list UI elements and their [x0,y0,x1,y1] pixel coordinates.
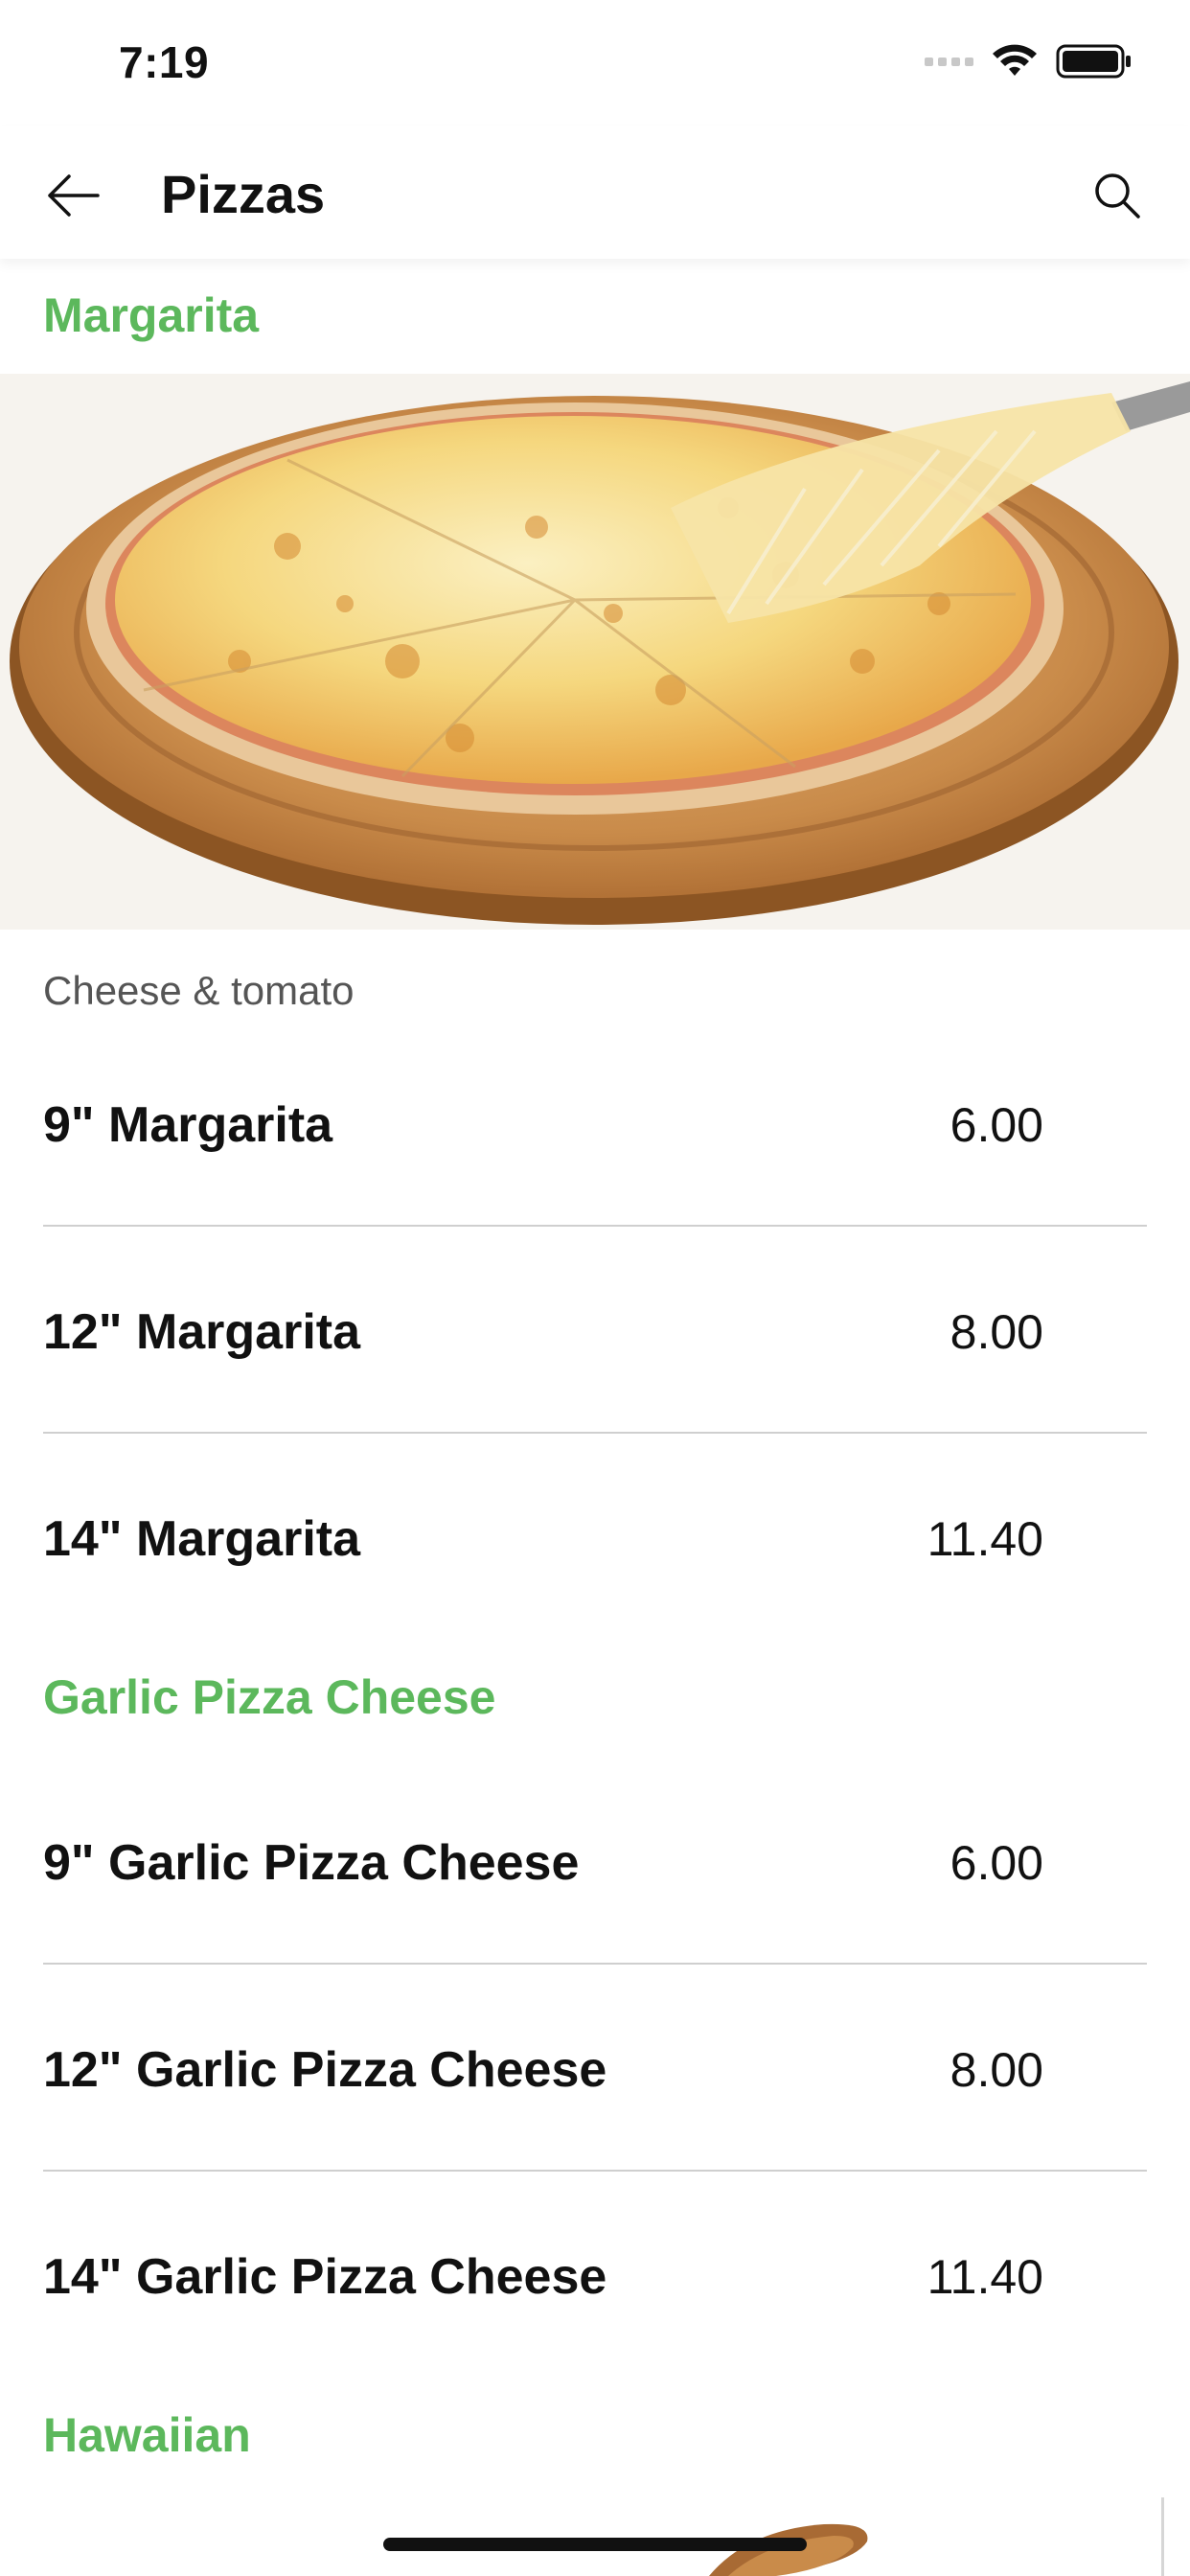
item-price: 11.40 [927,2250,1043,2304]
item-name: 12" Margarita [43,1304,361,1360]
divider [43,1225,1147,1227]
pizza-image [0,374,1190,930]
item-name: 12" Garlic Pizza Cheese [43,2042,607,2098]
section-title-hawaiian: Hawaiian [43,2408,251,2462]
divider [43,1963,1147,1965]
section-title-garlic-pizza-cheese: Garlic Pizza Cheese [43,1670,496,1724]
section-title-margarita: Margarita [43,288,260,342]
signal-icon [925,57,973,66]
menu-item-row[interactable]: 12" Garlic Pizza Cheese 8.00 [43,1966,1147,2174]
item-name: 14" Margarita [43,1511,361,1567]
wifi-icon [993,44,1037,76]
item-price: 8.00 [950,2043,1043,2097]
item-name: 14" Garlic Pizza Cheese [43,2249,607,2305]
status-time: 7:19 [119,37,210,87]
menu-item-row[interactable]: 14" Margarita 11.40 [43,1436,1147,1643]
battery-icon [1056,44,1131,79]
status-bar: 7:19 [0,0,1190,126]
status-icons [925,42,1133,80]
menu-item-row[interactable]: 9" Garlic Pizza Cheese 6.00 [43,1760,1147,1966]
nav-bar: Pizzas [0,126,1190,259]
divider [43,2170,1147,2172]
divider [43,1432,1147,1434]
page-title: Pizzas [161,164,326,224]
item-price: 6.00 [950,1098,1043,1152]
item-price: 6.00 [950,1836,1043,1890]
menu-item-row[interactable]: 9" Margarita 6.00 [43,1022,1147,1229]
item-name: 9" Margarita [43,1097,333,1153]
menu-item-row[interactable]: 14" Garlic Pizza Cheese 11.40 [43,2174,1147,2380]
arrow-left-icon [48,174,100,217]
back-button[interactable] [38,161,107,230]
hawaiian-pizza-image [0,2492,1190,2576]
item-name: 9" Garlic Pizza Cheese [43,1835,580,1891]
search-icon [1095,173,1140,218]
item-price: 8.00 [950,1305,1043,1359]
home-indicator[interactable] [383,2538,807,2551]
menu-item-row[interactable]: 12" Margarita 8.00 [43,1229,1147,1436]
item-price: 11.40 [927,1512,1043,1566]
section-description: Cheese & tomato [43,968,355,1013]
search-button[interactable] [1083,161,1152,230]
